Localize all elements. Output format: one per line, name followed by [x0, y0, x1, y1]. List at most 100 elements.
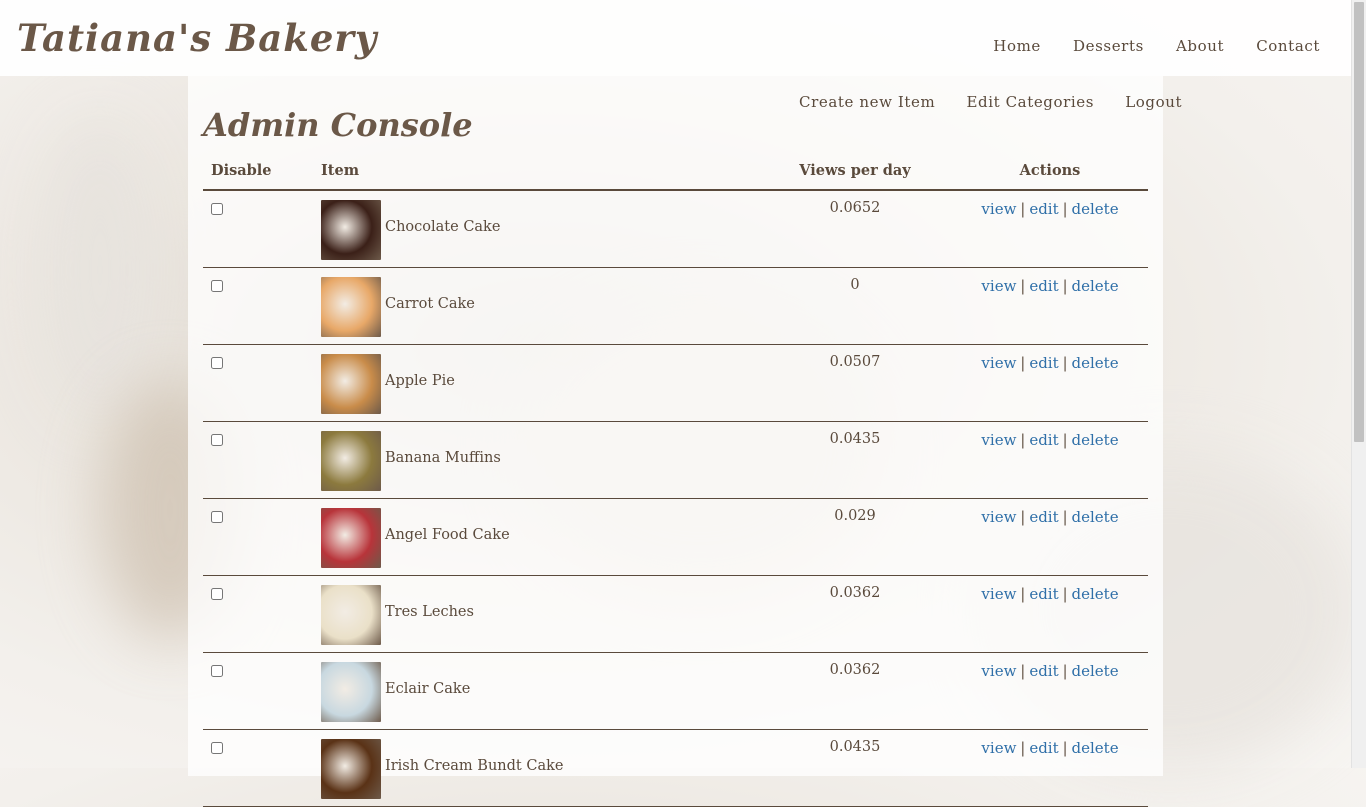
disable-cell — [203, 421, 313, 499]
item-thumbnail — [321, 739, 381, 799]
views-value: 0.0435 — [758, 729, 952, 807]
nav-desserts[interactable]: Desserts — [1073, 37, 1144, 55]
item-cell: Tres Leches — [313, 575, 758, 653]
delete-link[interactable]: delete — [1072, 508, 1119, 526]
table-row: Eclair Cake 0.0362 view | edit | delete — [203, 652, 1148, 730]
disable-checkbox[interactable] — [211, 280, 223, 292]
table-row: Tres Leches 0.0362 view | edit | delete — [203, 575, 1148, 653]
nav-about[interactable]: About — [1176, 37, 1224, 55]
action-separator: | — [1062, 587, 1068, 603]
scrollbar-thumb[interactable] — [1354, 2, 1364, 442]
actions-cell: view | edit | delete — [952, 729, 1148, 807]
edit-link[interactable]: edit — [1029, 585, 1058, 603]
table-row: Carrot Cake 0 view | edit | delete — [203, 267, 1148, 345]
logout-link[interactable]: Logout — [1125, 93, 1182, 111]
view-link[interactable]: view — [981, 585, 1016, 603]
view-link[interactable]: view — [981, 508, 1016, 526]
action-separator: | — [1020, 279, 1026, 295]
action-separator: | — [1062, 279, 1068, 295]
action-separator: | — [1062, 356, 1068, 372]
disable-checkbox[interactable] — [211, 434, 223, 446]
action-separator: | — [1020, 433, 1026, 449]
item-name: Irish Cream Bundt Cake — [385, 758, 564, 774]
view-link[interactable]: view — [981, 431, 1016, 449]
delete-link[interactable]: delete — [1072, 431, 1119, 449]
table-row: Chocolate Cake 0.0652 view | edit | delete — [203, 190, 1148, 268]
edit-link[interactable]: edit — [1029, 508, 1058, 526]
disable-cell — [203, 729, 313, 807]
item-thumbnail — [321, 431, 381, 491]
actions-cell: view | edit | delete — [952, 498, 1148, 576]
disable-checkbox[interactable] — [211, 665, 223, 677]
background-blur — [40, 120, 160, 420]
views-value: 0.029 — [758, 498, 952, 576]
item-cell: Angel Food Cake — [313, 498, 758, 576]
views-value: 0 — [758, 267, 952, 345]
page-title: Admin Console — [203, 106, 473, 144]
action-separator: | — [1020, 741, 1026, 757]
header-disable: Disable — [203, 154, 313, 191]
edit-link[interactable]: edit — [1029, 354, 1058, 372]
site-brand[interactable]: Tatiana's Bakery — [17, 16, 377, 60]
action-separator: | — [1062, 510, 1068, 526]
table-row: Irish Cream Bundt Cake 0.0435 view | edit | de… — [203, 729, 1148, 807]
scrollbar[interactable] — [1351, 0, 1366, 768]
disable-cell — [203, 267, 313, 345]
item-name: Chocolate Cake — [385, 219, 501, 235]
actions-cell: view | edit | delete — [952, 652, 1148, 730]
disable-checkbox[interactable] — [211, 742, 223, 754]
edit-link[interactable]: edit — [1029, 662, 1058, 680]
view-link[interactable]: view — [981, 354, 1016, 372]
edit-link[interactable]: edit — [1029, 739, 1058, 757]
item-name: Carrot Cake — [385, 296, 475, 312]
view-link[interactable]: view — [981, 277, 1016, 295]
disable-cell — [203, 190, 313, 268]
disable-checkbox[interactable] — [211, 357, 223, 369]
delete-link[interactable]: delete — [1072, 277, 1119, 295]
create-item-link[interactable]: Create new Item — [799, 93, 935, 111]
actions-cell: view | edit | delete — [952, 190, 1148, 268]
edit-link[interactable]: edit — [1029, 200, 1058, 218]
delete-link[interactable]: delete — [1072, 354, 1119, 372]
action-separator: | — [1062, 202, 1068, 218]
disable-checkbox[interactable] — [211, 588, 223, 600]
delete-link[interactable]: delete — [1072, 585, 1119, 603]
action-separator: | — [1020, 510, 1026, 526]
header-views: Views per day — [758, 154, 952, 191]
header-item: Item — [313, 154, 758, 191]
nav-contact[interactable]: Contact — [1256, 37, 1320, 55]
admin-nav: Create new Item Edit Categories Logout — [799, 92, 1208, 111]
item-thumbnail — [321, 200, 381, 260]
actions-cell: view | edit | delete — [952, 267, 1148, 345]
edit-link[interactable]: edit — [1029, 431, 1058, 449]
item-cell: Banana Muffins — [313, 421, 758, 499]
view-link[interactable]: view — [981, 662, 1016, 680]
delete-link[interactable]: delete — [1072, 200, 1119, 218]
action-separator: | — [1020, 202, 1026, 218]
action-separator: | — [1062, 741, 1068, 757]
item-name: Eclair Cake — [385, 681, 471, 697]
item-name: Tres Leches — [385, 604, 474, 620]
edit-link[interactable]: edit — [1029, 277, 1058, 295]
edit-categories-link[interactable]: Edit Categories — [966, 93, 1094, 111]
views-value: 0.0507 — [758, 344, 952, 422]
main-nav: Home Desserts About Contact — [966, 36, 1320, 55]
views-value: 0.0362 — [758, 575, 952, 653]
item-cell: Chocolate Cake — [313, 190, 758, 268]
item-cell: Carrot Cake — [313, 267, 758, 345]
action-separator: | — [1020, 664, 1026, 680]
action-separator: | — [1020, 356, 1026, 372]
disable-cell — [203, 652, 313, 730]
nav-home[interactable]: Home — [993, 37, 1041, 55]
item-cell: Apple Pie — [313, 344, 758, 422]
delete-link[interactable]: delete — [1072, 739, 1119, 757]
view-link[interactable]: view — [981, 739, 1016, 757]
table-row: Apple Pie 0.0507 view | edit | delete — [203, 344, 1148, 422]
disable-checkbox[interactable] — [211, 203, 223, 215]
delete-link[interactable]: delete — [1072, 662, 1119, 680]
actions-cell: view | edit | delete — [952, 575, 1148, 653]
view-link[interactable]: view — [981, 200, 1016, 218]
disable-checkbox[interactable] — [211, 511, 223, 523]
action-separator: | — [1062, 433, 1068, 449]
table-row: Banana Muffins 0.0435 view | edit | delete — [203, 421, 1148, 499]
